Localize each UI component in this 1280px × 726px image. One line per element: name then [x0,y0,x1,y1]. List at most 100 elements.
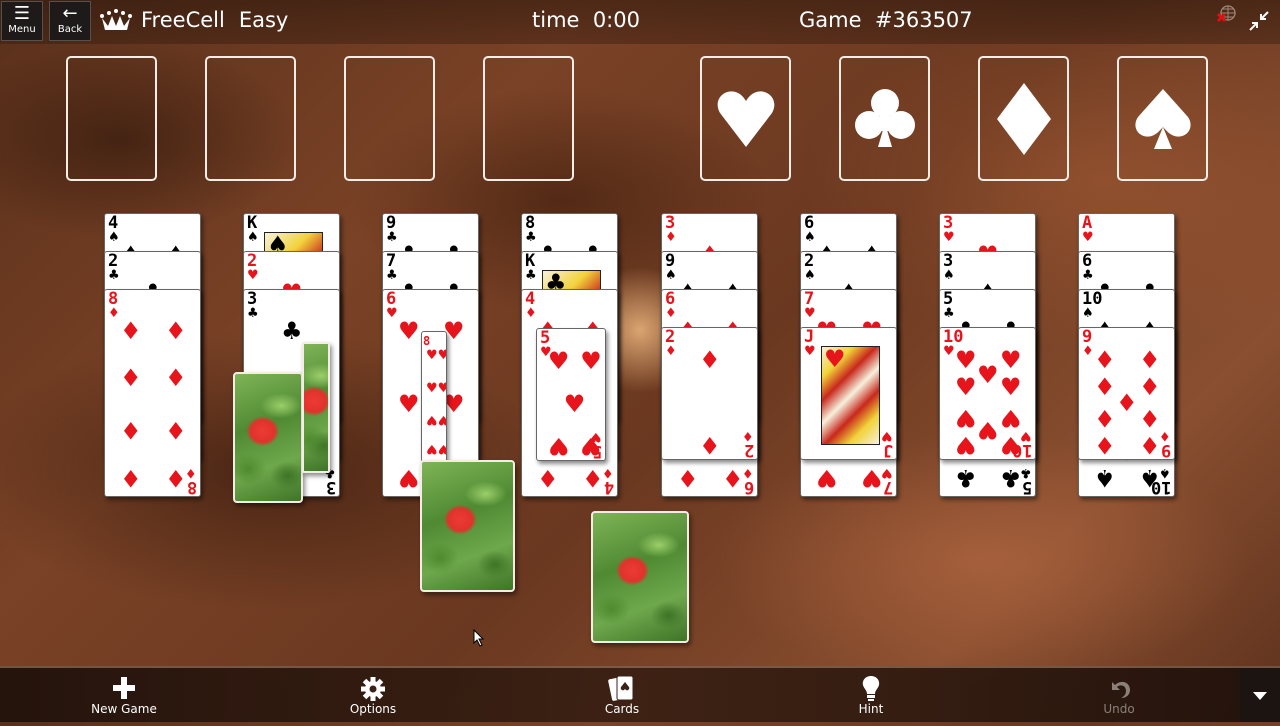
new-game-button[interactable]: New Game [79,672,169,716]
card-suit-bottom: ♥ [1020,428,1032,443]
card-suit: ♦ [525,306,537,321]
card-suit-bottom: ♥ [881,428,893,443]
card-pip: ♥ [547,431,570,460]
free-cell-4[interactable] [483,56,574,181]
card-pip: ♣ [281,316,303,345]
card-suit: ♣ [386,230,398,245]
foundation-diamonds[interactable] [978,56,1069,181]
card-pip: ♦ [1094,430,1116,459]
free-cell-3[interactable] [344,56,435,181]
playing-card[interactable]: 8 ♦ ♦ ♦ ♦ ♦ ♦ ♦ ♦ ♦ 8 ♦ [104,289,201,497]
card-rank-bottom: 10 [1011,440,1032,460]
card-pip: ♦ [165,316,187,345]
crown-icon [100,9,132,30]
card-pip: ♦ [165,416,187,445]
card-suit: ♠ [804,230,816,245]
card-pip: ♣ [1000,463,1022,492]
timer: time 0:00 [532,8,640,32]
playing-card[interactable]: J ♥ ♥ J ♥ [800,327,897,460]
card-rank-bottom: 5 [1021,477,1032,497]
spade-icon [1134,88,1191,149]
card-pip: ♦ [120,316,142,345]
card-suit: ♥ [247,268,259,283]
card-pip: ♥ [563,389,586,418]
card-pip: ♦ [699,430,721,459]
card-rank-bottom: 8 [186,477,197,497]
chevron-down-icon [1253,692,1267,700]
card-suit-bottom: ♦ [185,465,197,480]
card-suit-bottom: ♦ [602,465,614,480]
mouse-cursor-icon [473,629,485,647]
exit-fullscreen-icon[interactable] [1248,10,1270,32]
card-pip: ♥ [547,347,570,376]
pip: ♥♥ [426,381,447,396]
back-button[interactable]: ← Back [49,1,91,41]
face-down-card [591,511,689,643]
card-suit: ♦ [1082,344,1094,359]
card-pip: ♦ [1094,346,1116,375]
free-cell-2[interactable] [205,56,296,181]
undo-label: Undo [1103,702,1135,716]
foundation-spades[interactable] [1117,56,1208,181]
hint-label: Hint [858,702,884,716]
options-button[interactable]: Options [328,672,418,716]
foundation-hearts[interactable] [700,56,791,181]
card-pip: ♥ [398,463,420,492]
card-pip: ♦ [1094,403,1116,432]
bottom-app-bar: New Game Options Cards Hint Undo [0,666,1280,722]
card-pip: ♦ [120,416,142,445]
playing-card[interactable]: 9 ♦ ♦ ♦ ♦ ♦ ♦ ♦ ♦ ♦ ♦ 9 ♦ [1078,327,1175,460]
cards-button[interactable]: Cards [577,672,667,716]
playing-card[interactable]: 10 ♥ ♥ ♥ ♥ ♥ ♥ ♥ ♥ ♥ ♥ ♥ 10 ♥ [939,327,1036,460]
card-suit: ♦ [665,344,677,359]
card-pip: ♥ [955,373,977,402]
card-suit: ♦ [108,306,120,321]
card-pip: ♥ [1000,403,1022,432]
card-rank-bottom: 9 [1160,440,1171,460]
undo-button[interactable]: Undo [1074,672,1164,716]
card-rank-bottom: 7 [882,477,893,497]
flipping-card-8-hearts: 8 ♥♥ ♥♥ ♥♥ ♥♥ [421,331,447,462]
pip: ♥♥ [426,412,447,427]
card-pip: ♦ [1139,430,1161,459]
card-suit-bottom: ♠ [1159,465,1171,480]
card-suit-bottom: ♥ [590,429,602,444]
card-suit: ♠ [665,268,677,283]
playing-card[interactable]: 2 ♦ ♦ ♦ 2 ♦ [661,327,758,460]
free-cell-1[interactable] [66,56,157,181]
foundation-clubs[interactable] [839,56,930,181]
difficulty-label: Easy [238,8,289,32]
card-suit: ♥ [1082,230,1094,245]
face-down-card [233,372,303,503]
diamond-icon [996,82,1051,155]
more-button[interactable] [1240,668,1280,722]
card-pip: ♥ [580,347,602,376]
heart-icon [717,90,774,147]
hamburger-icon: ☰ [13,3,31,24]
card-rank-bottom: 4 [603,477,614,497]
card-pip: ♦ [582,463,604,492]
card-suit-bottom: ♣ [1020,465,1032,480]
card-suit: ♠ [247,230,259,245]
playing-card[interactable]: 5 ♥ ♥ ♥ ♥ ♥ ♥ 5 ♥ [536,328,606,461]
card-pip: ♦ [1094,373,1116,402]
new-game-label: New Game [91,702,157,716]
card-suit: ♥ [943,230,955,245]
card-suit: ♥ [943,344,955,359]
card-suit: ♥ [386,306,398,321]
menu-button[interactable]: ☰ Menu [1,1,43,41]
hint-button[interactable]: Hint [826,672,916,716]
card-pip: ♥ [861,463,883,492]
card-pip: ♥ [955,346,977,375]
card-suit: ♣ [525,268,537,283]
card-suit-bottom: ♦ [742,465,754,480]
top-bar: ☰ Menu ← Back FreeCell Easy time 0:00 Gam… [0,0,1280,44]
card-pip: ♦ [1116,388,1138,417]
card-pip: ♦ [1139,373,1161,402]
card-pip: ♥ [977,361,999,390]
cards-label: Cards [604,702,640,716]
card-pip: ♣ [955,463,977,492]
card-pip: ♥ [398,316,420,345]
network-status-icon[interactable] [1216,4,1236,24]
card-pip: ♦ [165,463,187,492]
